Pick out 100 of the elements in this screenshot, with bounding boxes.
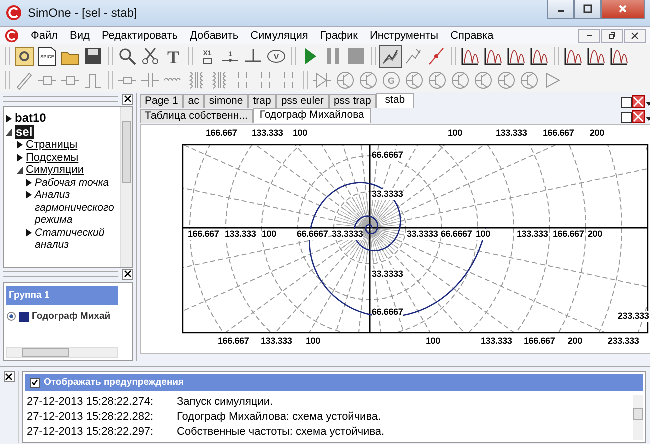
toolbar-grip[interactable] — [108, 47, 113, 65]
log-timestamp: 27-12-2013 15:28:22.282: — [27, 410, 155, 425]
search-icon[interactable] — [117, 46, 138, 66]
tick-label: 233.333 — [618, 311, 650, 322]
expanded-arrow-icon[interactable] — [17, 166, 23, 174]
menu-item[interactable]: Вид — [64, 30, 96, 42]
toolbar-grip[interactable] — [303, 71, 308, 89]
tab[interactable]: ac — [183, 94, 204, 108]
tick-label: 100 — [426, 336, 440, 347]
menu-item[interactable]: Файл — [25, 30, 64, 42]
tick-label: 100 — [306, 336, 320, 347]
chart-icon[interactable] — [380, 46, 401, 66]
collapsed-arrow-icon[interactable] — [26, 228, 32, 236]
toolbar-grip[interactable] — [554, 47, 559, 65]
toolbar-grip[interactable] — [188, 47, 193, 65]
waveform-plot-icon[interactable] — [586, 46, 607, 66]
tree-item[interactable]: Статический анализ — [35, 226, 117, 252]
toolbar-grip[interactable] — [451, 47, 456, 65]
waveform-plot-icon[interactable] — [609, 46, 630, 66]
tab[interactable]: Page 1 — [140, 94, 184, 108]
tick-label: 100 — [476, 229, 490, 240]
checkbox[interactable] — [30, 378, 40, 388]
collapsed-arrow-icon[interactable] — [26, 191, 32, 199]
diode-icon[interactable] — [312, 70, 333, 90]
waveform-plot-icon[interactable] — [563, 46, 584, 66]
transistor-icon[interactable] — [427, 70, 448, 90]
tree-item[interactable]: Страницы — [26, 139, 78, 151]
transistor-icon[interactable] — [335, 70, 356, 90]
tab[interactable]: trap — [248, 94, 276, 108]
waveform-plot-icon[interactable] — [460, 46, 481, 66]
text-tool-icon[interactable]: T — [163, 46, 184, 66]
collapsed-arrow-icon[interactable] — [17, 141, 23, 150]
toolbar-grip[interactable] — [108, 71, 113, 89]
close-button[interactable] — [122, 268, 133, 280]
close-button[interactable] — [4, 371, 14, 382]
tab[interactable]: Таблица собственн... — [140, 109, 253, 123]
restore-button[interactable] — [621, 112, 632, 123]
tab[interactable]: Годограф Михайлова — [252, 108, 372, 123]
tab[interactable]: stab — [376, 93, 414, 108]
log-message: Собственные частоты: схема устойчива. — [177, 425, 385, 440]
scrollbar[interactable] — [633, 395, 643, 440]
tab[interactable]: pss trap — [328, 94, 376, 108]
save-icon[interactable] — [83, 46, 104, 66]
tick-label: 233.333 — [608, 336, 640, 347]
tab[interactable]: pss euler — [276, 94, 329, 108]
tick-label: 133.333 — [496, 128, 528, 139]
tree-item[interactable]: Анализ гармонического режима — [35, 189, 117, 226]
minimize-icon — [586, 35, 592, 36]
toolbar-grip[interactable] — [5, 47, 10, 65]
tree-item[interactable]: sel — [15, 124, 34, 138]
marker-line-icon[interactable] — [426, 46, 447, 66]
collapsed-arrow-icon[interactable] — [6, 114, 12, 123]
log-timestamp: 27-12-2013 15:28:22.274: — [27, 395, 155, 410]
close-icon — [631, 32, 639, 40]
waveform-plot-icon[interactable] — [529, 46, 550, 66]
close-icon — [618, 4, 628, 14]
panel-grip[interactable] — [3, 96, 118, 102]
radio-button[interactable] — [7, 312, 16, 321]
tick-label: 33.3333 — [332, 229, 364, 240]
tree-item[interactable]: Симуляции — [26, 164, 84, 176]
maximize-button[interactable] — [574, 0, 601, 19]
window-title: SimOne - [sel - stab] — [28, 6, 138, 20]
tab[interactable]: simone — [204, 94, 248, 108]
menu-item[interactable]: Симуляция — [244, 30, 314, 42]
tick-label: 100 — [262, 229, 276, 240]
panel-grip[interactable] — [3, 271, 118, 277]
scrollbar[interactable] — [6, 347, 118, 358]
tick-label: 166.667 — [524, 336, 556, 347]
tick-label: 133.333 — [261, 336, 292, 347]
tree-item[interactable]: Подсхемы — [26, 152, 79, 164]
scrollbar[interactable] — [120, 107, 132, 267]
close-button[interactable] — [632, 110, 645, 123]
toolbar-grip[interactable] — [5, 71, 10, 89]
tick-label: 33.3333 — [372, 269, 404, 280]
menu-item[interactable]: Справка — [444, 30, 500, 42]
tree-item[interactable]: Рабочая точка — [35, 176, 117, 189]
tick-label: 133.333 — [517, 229, 548, 240]
expanded-arrow-icon[interactable] — [6, 128, 12, 136]
tick-label: 166.667 — [218, 336, 250, 347]
stop-icon[interactable] — [346, 46, 367, 66]
waveform-plot-icon[interactable] — [483, 46, 504, 66]
close-button[interactable] — [632, 95, 645, 108]
menu-item[interactable]: График — [314, 30, 364, 42]
collapsed-arrow-icon[interactable] — [17, 154, 23, 162]
toolbar-grip[interactable] — [291, 47, 296, 65]
close-button[interactable] — [624, 28, 646, 42]
menu-item[interactable]: Редактировать — [96, 30, 184, 42]
minimize-button[interactable] — [547, 0, 574, 19]
menu-item[interactable]: Добавить — [184, 30, 245, 42]
tick-label: 200 — [590, 128, 604, 139]
waveform-plot-icon[interactable] — [506, 46, 527, 66]
toolbar-grip[interactable] — [371, 47, 376, 65]
menu-item[interactable]: Инструменты — [364, 30, 445, 42]
scissors-icon[interactable] — [140, 46, 161, 66]
collapsed-arrow-icon[interactable] — [26, 178, 32, 186]
schematic-icon[interactable] — [14, 46, 35, 66]
restore-button[interactable] — [621, 97, 632, 108]
tree-item[interactable]: bat10 — [15, 111, 46, 125]
restore-button[interactable] — [601, 28, 623, 42]
close-button[interactable] — [122, 94, 133, 104]
